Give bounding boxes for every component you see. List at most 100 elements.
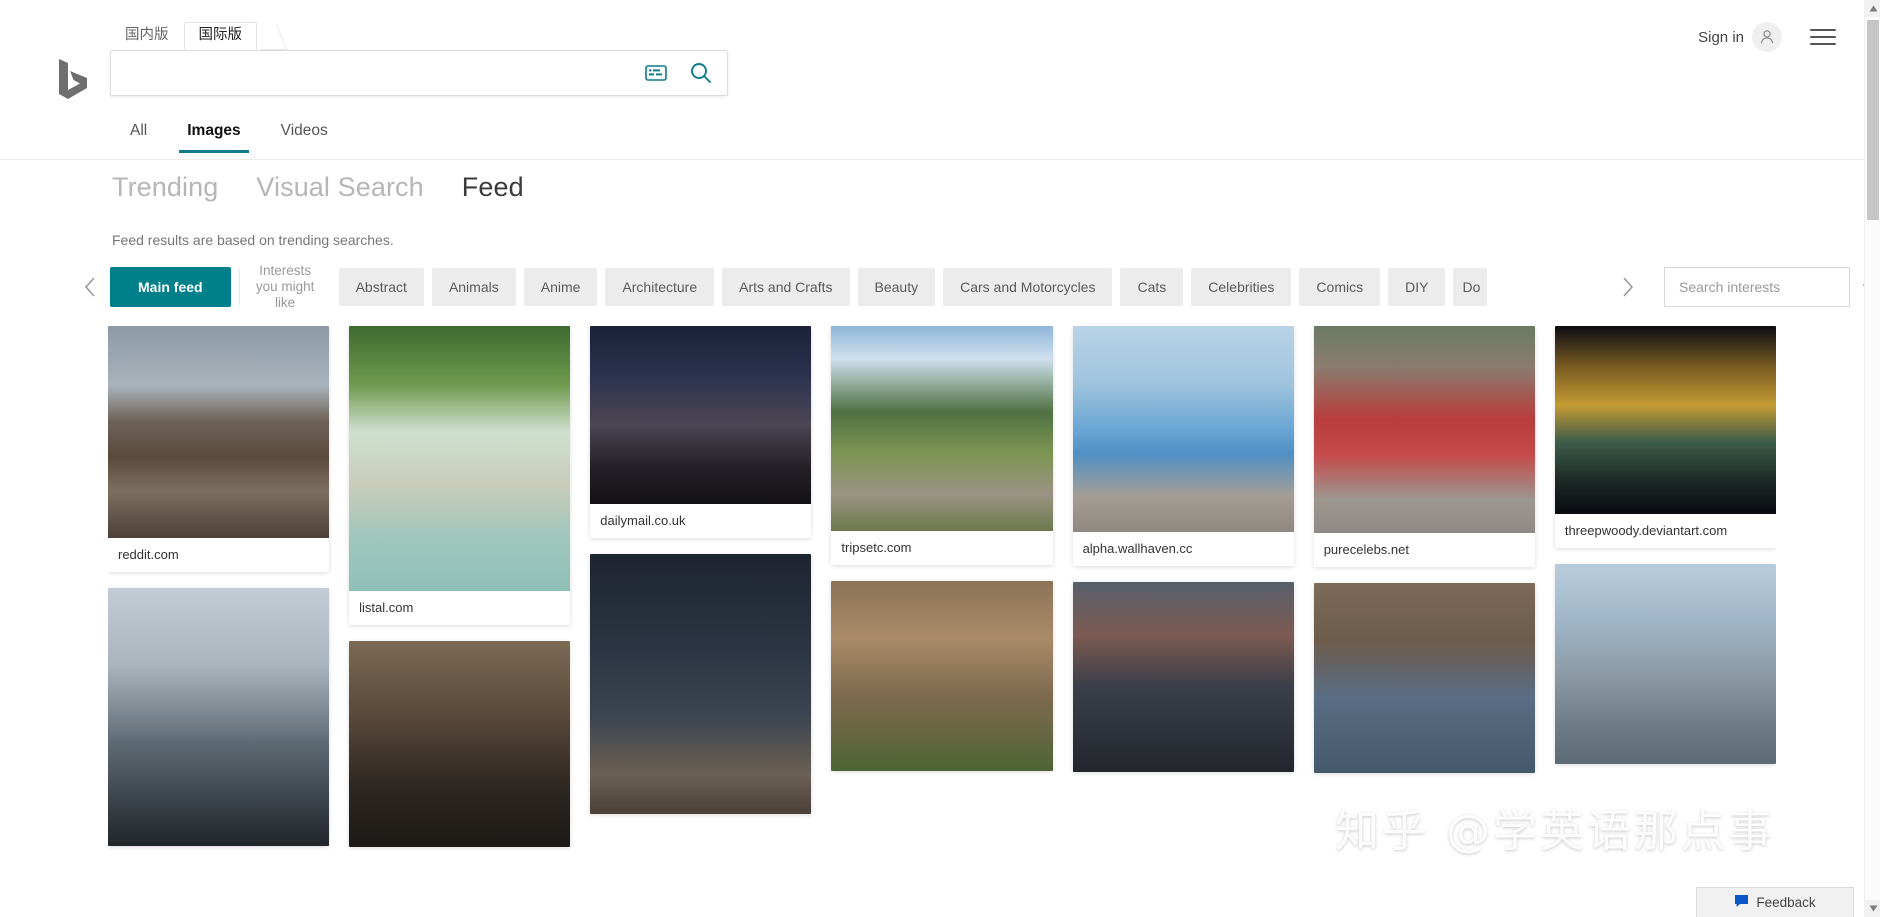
thumbnail-image[interactable] [1072, 582, 1294, 772]
version-tab-international[interactable]: 国际版 [183, 22, 257, 50]
bing-images-feed-page: 国内版 国际版 Sign in All Images Videos Trendi… [0, 0, 1880, 917]
chip-abstract[interactable]: Abstract [338, 268, 424, 306]
image-card[interactable] [1313, 583, 1535, 773]
chip-architecture[interactable]: Architecture [605, 268, 715, 306]
chip-celebrities-label: Celebrities [1208, 279, 1275, 295]
section-visual-search-label: Visual Search [256, 172, 424, 202]
tab-videos[interactable]: Videos [261, 118, 348, 153]
scrollbar-thumb[interactable] [1867, 20, 1879, 220]
chip-animals-label: Animals [448, 279, 499, 295]
feed-note: Feed results are based on trending searc… [112, 232, 394, 248]
image-card[interactable]: tripsetc.com [831, 326, 1053, 565]
image-card[interactable]: dailymail.co.uk [590, 326, 812, 538]
chip-beauty[interactable]: Beauty [857, 268, 936, 306]
thumbnail-image[interactable] [108, 326, 330, 538]
tab-images[interactable]: Images [167, 118, 260, 153]
bing-logo[interactable] [55, 57, 91, 101]
caret-up-icon[interactable] [1865, 0, 1880, 17]
interest-chips-row: Main feed Interests you might like Abstr… [0, 258, 1880, 316]
thumbnail-image[interactable] [590, 554, 812, 814]
chip-main-feed-label: Main feed [138, 279, 203, 295]
search-input[interactable] [111, 51, 637, 95]
feedback-button[interactable]: Feedback [1696, 887, 1854, 917]
caret-down-icon[interactable] [1865, 900, 1880, 917]
chip-celebrities[interactable]: Celebrities [1191, 268, 1292, 306]
thumbnail-image[interactable] [349, 641, 571, 847]
section-trending[interactable]: Trending [112, 172, 218, 203]
thumbnail-image[interactable] [831, 581, 1053, 771]
image-card[interactable] [349, 641, 571, 847]
chip-anime[interactable]: Anime [523, 268, 598, 306]
scope-tab-bar: All Images Videos [0, 118, 1880, 160]
chip-diy-label: DIY [1405, 279, 1429, 295]
image-source-label: tripsetc.com [841, 540, 912, 555]
image-card[interactable]: purecelebs.net [1313, 326, 1535, 567]
magnifier-icon [691, 63, 712, 84]
chevron-right-icon[interactable] [1614, 270, 1640, 304]
image-source-label: threepwoody.deviantart.com [1564, 523, 1728, 538]
chip-interests-hint[interactable]: Interests you might like [238, 263, 331, 310]
keyboard-icon[interactable] [637, 51, 675, 95]
hamburger-line-3 [1810, 43, 1836, 45]
section-feed[interactable]: Feed [462, 172, 524, 203]
chip-cars-and-motorcycles[interactable]: Cars and Motorcycles [943, 268, 1113, 306]
chip-architecture-label: Architecture [622, 279, 698, 295]
image-card[interactable]: reddit.com [108, 326, 330, 572]
chip-cats-label: Cats [1137, 279, 1167, 295]
image-card[interactable] [590, 554, 812, 814]
section-trending-label: Trending [112, 172, 219, 202]
image-card[interactable]: threepwoody.deviantart.com [1554, 326, 1776, 548]
section-nav: Trending Visual Search Feed [112, 172, 524, 203]
grid-column-3: dailymail.co.uk [590, 326, 812, 917]
image-results-grid: reddit.com listal.com dailymail.co.uk tr… [108, 326, 1776, 917]
speech-bubble-icon [1734, 894, 1749, 911]
chip-arts-and-crafts-label: Arts and Crafts [739, 279, 833, 295]
thumbnail-image[interactable] [1313, 583, 1535, 773]
chip-cats[interactable]: Cats [1120, 268, 1184, 306]
image-card[interactable] [1554, 564, 1776, 764]
sign-in-button[interactable]: Sign in [1698, 22, 1782, 52]
hamburger-icon[interactable] [1810, 26, 1836, 48]
thumbnail-image[interactable] [1554, 564, 1776, 764]
search-submit-button[interactable] [675, 51, 727, 95]
section-visual-search[interactable]: Visual Search [256, 172, 423, 203]
image-card[interactable]: listal.com [349, 326, 571, 625]
image-source-label: purecelebs.net [1323, 542, 1409, 557]
chip-arts-and-crafts[interactable]: Arts and Crafts [722, 268, 850, 306]
chips-scroller[interactable]: Main feed Interests you might like Abstr… [110, 263, 1614, 311]
search-interests-input[interactable] [1677, 278, 1862, 296]
page-scrollbar[interactable] [1864, 0, 1880, 917]
image-card[interactable]: alpha.wallhaven.cc [1072, 326, 1294, 566]
thumbnail-image[interactable] [1554, 326, 1776, 514]
chip-main-feed[interactable]: Main feed [110, 267, 231, 307]
version-tab-international-label: 国际版 [198, 27, 243, 43]
image-card[interactable] [1072, 582, 1294, 772]
thumbnail-image[interactable] [108, 588, 330, 846]
thumbnail-image[interactable] [831, 326, 1053, 531]
thumbnail-image[interactable] [590, 326, 812, 504]
search-interests-box[interactable] [1664, 267, 1880, 307]
version-tab-domestic-label: 国内版 [125, 27, 169, 43]
hamburger-line-1 [1810, 29, 1836, 31]
section-feed-label: Feed [461, 172, 524, 202]
chevron-left-icon[interactable] [78, 270, 104, 304]
chip-animals[interactable]: Animals [431, 268, 516, 306]
image-card[interactable] [831, 581, 1053, 771]
thumbnail-image[interactable] [1313, 326, 1535, 533]
tab-images-label: Images [187, 122, 241, 139]
chip-do-truncated-label: Do [1462, 279, 1481, 295]
thumbnail-image[interactable] [1072, 326, 1294, 532]
chip-cars-and-motorcycles-label: Cars and Motorcycles [960, 279, 1096, 295]
chip-abstract-label: Abstract [355, 279, 407, 295]
thumbnail-image[interactable] [349, 326, 571, 591]
grid-column-4: tripsetc.com [831, 326, 1053, 917]
chip-diy[interactable]: DIY [1388, 268, 1446, 306]
image-source-label: dailymail.co.uk [600, 513, 686, 528]
chip-do-truncated[interactable]: Do [1453, 268, 1488, 306]
tab-all[interactable]: All [110, 118, 167, 153]
version-tab-domestic[interactable]: 国内版 [110, 22, 184, 50]
grid-column-2: listal.com [349, 326, 571, 917]
search-box[interactable] [110, 50, 728, 96]
chip-comics[interactable]: Comics [1299, 268, 1381, 306]
image-card[interactable] [108, 588, 330, 846]
